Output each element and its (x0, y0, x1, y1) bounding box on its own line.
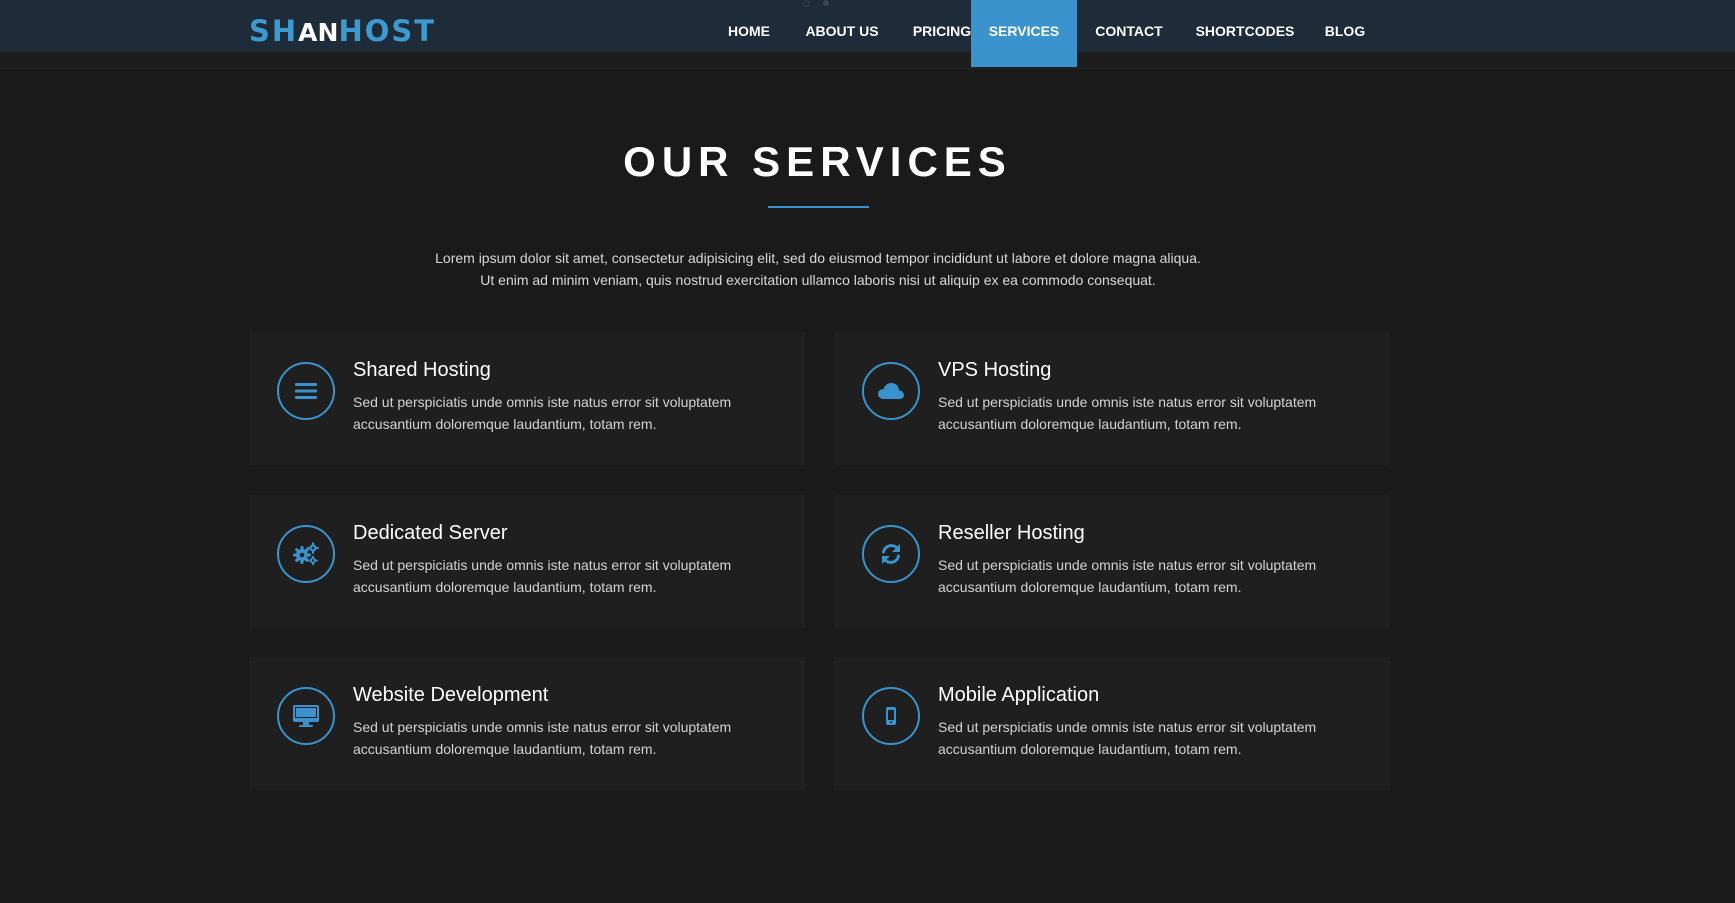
service-description-line: accusantium doloremque laudantium, totam… (938, 579, 1242, 595)
service-description-line: accusantium doloremque laudantium, totam… (938, 741, 1242, 757)
nav-about-us[interactable]: ABOUT US (788, 0, 896, 52)
service-description: Sed ut perspiciatis unde omnis iste natu… (353, 716, 793, 760)
service-description: Sed ut perspiciatis unde omnis iste natu… (938, 554, 1378, 598)
service-description-line: accusantium doloremque laudantium, totam… (353, 579, 657, 595)
nav-contact[interactable]: CONTACT (1077, 0, 1181, 52)
page-title: OUR SERVICES (623, 138, 1012, 185)
logo-part-3: HOST (338, 14, 437, 48)
service-description-line: Sed ut perspiciatis unde omnis iste natu… (938, 394, 1317, 410)
service-description-line: accusantium doloremque laudantium, totam… (938, 416, 1242, 432)
service-description: Sed ut perspiciatis unde omnis iste natu… (938, 391, 1378, 435)
service-title: Mobile Application (938, 684, 1100, 706)
intro-text-line-1: Lorem ipsum dolor sit amet, consectetur … (435, 250, 1201, 266)
mobile-icon (862, 687, 920, 745)
service-title: Website Development (353, 684, 549, 706)
refresh-icon (862, 525, 920, 583)
intro-text-line-2: Ut enim ad minim veniam, quis nostrud ex… (480, 272, 1156, 288)
service-description: Sed ut perspiciatis unde omnis iste natu… (353, 554, 793, 598)
bars-icon (277, 362, 335, 420)
service-description-line: Sed ut perspiciatis unde omnis iste natu… (353, 557, 732, 573)
service-description: Sed ut perspiciatis unde omnis iste natu… (938, 716, 1378, 760)
title-divider (768, 206, 869, 208)
nav-home[interactable]: HOME (710, 0, 788, 52)
service-title: Dedicated Server (353, 522, 508, 544)
desktop-icon (277, 687, 335, 745)
nav-shortcodes[interactable]: SHORTCODES (1181, 0, 1309, 52)
service-card-mobile-application[interactable]: Mobile Application Sed ut perspiciatis u… (834, 657, 1390, 790)
service-description-line: accusantium doloremque laudantium, totam… (353, 741, 657, 757)
service-description: Sed ut perspiciatis unde omnis iste natu… (353, 391, 793, 435)
service-card-vps-hosting[interactable]: VPS Hosting Sed ut perspiciatis unde omn… (834, 332, 1390, 465)
service-card-website-development[interactable]: Website Development Sed ut perspiciatis … (249, 657, 805, 790)
logo-part-1: SH (249, 14, 299, 48)
service-title: Reseller Hosting (938, 522, 1085, 544)
logo[interactable]: SHANHOST (249, 14, 436, 48)
nav-blog[interactable]: BLOG (1309, 0, 1381, 52)
service-description-line: accusantium doloremque laudantium, totam… (353, 416, 657, 432)
nav-services[interactable]: SERVICES (971, 0, 1077, 67)
service-description-line: Sed ut perspiciatis unde omnis iste natu… (938, 557, 1317, 573)
cloud-icon (862, 362, 920, 420)
navbar: SHANHOST HOME ABOUT US PRICING SERVICES … (0, 0, 1735, 69)
service-title: Shared Hosting (353, 359, 491, 381)
service-description-line: Sed ut perspiciatis unde omnis iste natu… (353, 719, 732, 735)
service-card-dedicated-server[interactable]: Dedicated Server Sed ut perspiciatis und… (249, 495, 805, 628)
service-description-line: Sed ut perspiciatis unde omnis iste natu… (938, 719, 1317, 735)
gears-icon (277, 525, 335, 583)
service-description-line: Sed ut perspiciatis unde omnis iste natu… (353, 394, 732, 410)
logo-part-2: AN (298, 18, 339, 47)
service-card-reseller-hosting[interactable]: Reseller Hosting Sed ut perspiciatis und… (834, 495, 1390, 628)
service-card-shared-hosting[interactable]: Shared Hosting Sed ut perspiciatis unde … (249, 332, 805, 465)
service-title: VPS Hosting (938, 359, 1052, 381)
